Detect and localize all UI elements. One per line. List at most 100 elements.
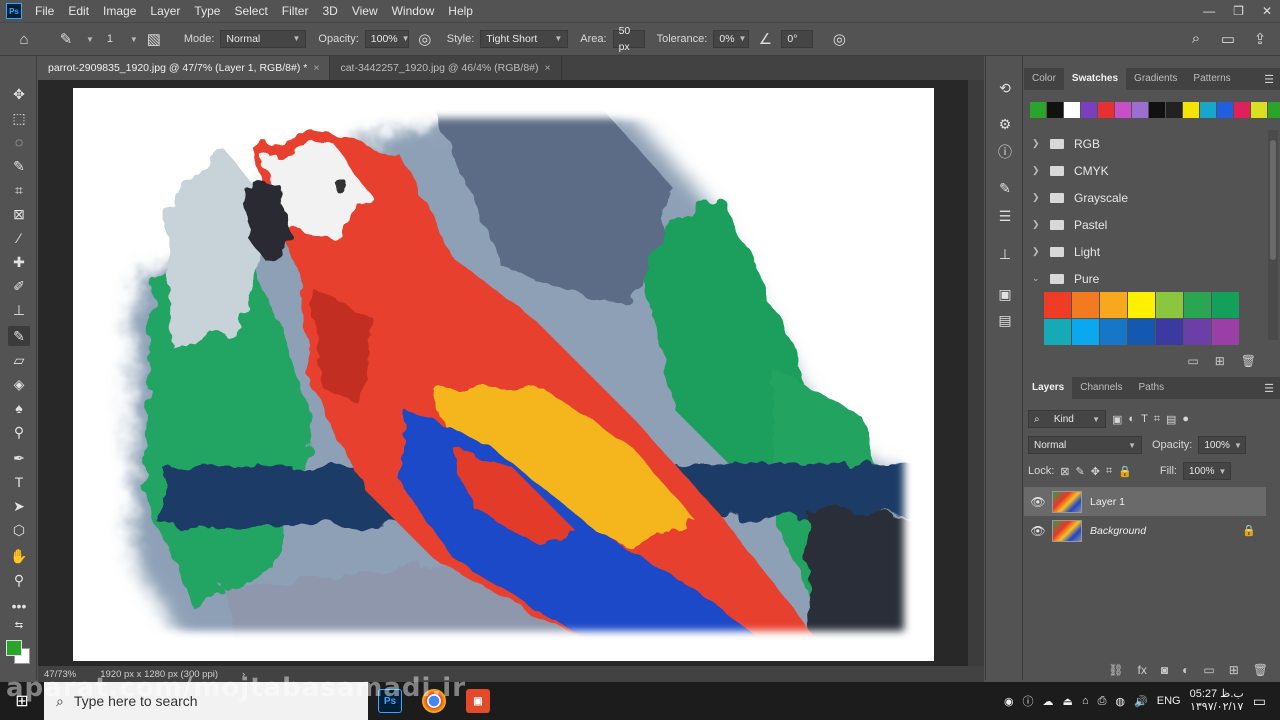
- color-swatch[interactable]: [1064, 102, 1080, 118]
- move-tool-icon[interactable]: ✥: [8, 84, 30, 104]
- clone-source-icon[interactable]: ⊥: [995, 244, 1015, 264]
- vertical-scrollbar[interactable]: [968, 80, 984, 666]
- folder-cmyk[interactable]: ❯ CMYK: [1024, 157, 1264, 184]
- color-swatch[interactable]: [1200, 102, 1216, 118]
- brush-tool-icon[interactable]: ✐: [8, 276, 30, 296]
- folder-pure[interactable]: ⌄ Pure: [1024, 265, 1264, 292]
- home-icon[interactable]: ⌂: [14, 31, 34, 48]
- new-swatch-icon[interactable]: ⊞: [1215, 354, 1225, 368]
- tab-channels[interactable]: Channels: [1072, 377, 1130, 399]
- menu-view[interactable]: View: [345, 0, 385, 22]
- taskbar-chrome[interactable]: [412, 682, 456, 720]
- menu-image[interactable]: Image: [96, 0, 143, 22]
- eyedropper-tool-icon[interactable]: ⁄: [8, 228, 30, 248]
- add-mask-icon[interactable]: ◙: [1161, 663, 1168, 677]
- adjustments-icon[interactable]: ⚙: [995, 114, 1015, 134]
- color-swatch[interactable]: [1166, 102, 1182, 118]
- taskbar-search-box[interactable]: ⌕ Type here to search: [44, 682, 368, 720]
- frame-tool-icon[interactable]: ⊠: [8, 204, 30, 224]
- libraries-icon[interactable]: ▣: [995, 284, 1015, 304]
- lock-position-icon[interactable]: ✥: [1091, 465, 1100, 478]
- path-selection-tool-icon[interactable]: ➤: [8, 496, 30, 516]
- more-tools-icon[interactable]: •••: [8, 596, 30, 616]
- fill-field[interactable]: 100% ▼: [1182, 462, 1231, 480]
- close-window-button[interactable]: ✕: [1262, 4, 1272, 18]
- hand-tool-icon[interactable]: ✋: [8, 546, 30, 566]
- menu-filter[interactable]: Filter: [275, 0, 316, 22]
- chrome-tray-icon[interactable]: ◉: [1004, 695, 1014, 708]
- visibility-eye-icon[interactable]: 👁: [1024, 524, 1052, 538]
- layer-opacity-field[interactable]: 100% ▼: [1198, 436, 1247, 454]
- tab-layers[interactable]: Layers: [1024, 377, 1073, 399]
- marquee-tool-icon[interactable]: ⬚: [8, 108, 30, 128]
- quick-select-tool-icon[interactable]: ✎: [8, 156, 30, 176]
- swatches-scrollbar[interactable]: [1268, 130, 1278, 340]
- layer-row-layer-1[interactable]: 👁 Layer 1: [1024, 487, 1266, 516]
- status-chevron-icon[interactable]: ›: [242, 669, 245, 680]
- brush-size-value[interactable]: 1: [100, 33, 120, 45]
- info-tray-icon[interactable]: ⓘ: [1023, 693, 1034, 709]
- color-swatch[interactable]: [1047, 102, 1063, 118]
- document-dimensions[interactable]: 1920 px x 1280 px (300 ppi): [100, 669, 218, 680]
- history-icon[interactable]: ⟲: [995, 78, 1015, 98]
- swap-colors-icon[interactable]: ⇆: [8, 616, 30, 636]
- color-swatch[interactable]: [1098, 102, 1114, 118]
- paint-bucket-tool-icon[interactable]: ◈: [8, 374, 30, 394]
- clone-stamp-tool-icon[interactable]: ⊥: [8, 300, 30, 320]
- tab-cat[interactable]: cat-3442257_1920.jpg @ 46/4% (RGB/8#) ×: [330, 56, 562, 80]
- parrot-painting-artwork[interactable]: [73, 88, 934, 661]
- color-swatch[interactable]: [1100, 292, 1127, 318]
- color-swatch[interactable]: [1251, 102, 1267, 118]
- angle-field[interactable]: 0°: [781, 30, 814, 48]
- menu-help[interactable]: Help: [441, 0, 480, 22]
- pressure-opacity-icon[interactable]: ◎: [415, 30, 435, 48]
- globe-tray-icon[interactable]: ◍: [1115, 695, 1125, 708]
- type-tool-icon[interactable]: T: [8, 472, 30, 492]
- mode-select[interactable]: Normal ▼: [220, 30, 307, 48]
- filter-type-icon[interactable]: T: [1141, 413, 1148, 425]
- layer-row-background[interactable]: 👁 Background 🔒: [1024, 516, 1266, 545]
- filter-smart-object-icon[interactable]: ▤: [1166, 413, 1176, 426]
- layer-filter-select[interactable]: ⌕ Kind ▼: [1028, 410, 1106, 428]
- color-swatch[interactable]: [1212, 319, 1239, 345]
- color-swatch[interactable]: [1156, 319, 1183, 345]
- color-swatch[interactable]: [1044, 292, 1071, 318]
- new-adjustment-icon[interactable]: ◐: [1182, 663, 1189, 677]
- filter-pixel-icon[interactable]: ▣: [1112, 413, 1122, 426]
- color-swatch[interactable]: [1184, 319, 1211, 345]
- restore-button[interactable]: ❐: [1233, 4, 1244, 18]
- network-tray-icon[interactable]: ⌂: [1082, 695, 1089, 707]
- color-swatch[interactable]: [1115, 102, 1131, 118]
- workspace-icon[interactable]: ▭: [1218, 30, 1238, 48]
- color-swatch[interactable]: [1072, 319, 1099, 345]
- lasso-tool-icon[interactable]: ◌: [8, 132, 30, 152]
- art-history-brush-tool-icon[interactable]: ✎: [8, 326, 30, 346]
- zoom-level[interactable]: 47/73%: [44, 669, 76, 680]
- art-history-brush-icon[interactable]: ✎: [56, 30, 76, 48]
- tool-preset-caret-icon[interactable]: ▼: [86, 35, 94, 44]
- filter-toggle-icon[interactable]: ●: [1182, 413, 1189, 425]
- scroll-thumb[interactable]: [1270, 140, 1276, 260]
- menu-window[interactable]: Window: [385, 0, 442, 22]
- dodge-tool-icon[interactable]: ⚲: [8, 422, 30, 442]
- color-swatch[interactable]: [1183, 102, 1199, 118]
- delete-layer-icon[interactable]: 🗑: [1253, 663, 1268, 677]
- language-indicator[interactable]: ENG: [1157, 695, 1181, 707]
- brush-picker-caret-icon[interactable]: ▼: [130, 35, 138, 44]
- tab-parrot[interactable]: parrot-2909835_1920.jpg @ 47/7% (Layer 1…: [38, 56, 331, 80]
- color-swatch[interactable]: [1212, 292, 1239, 318]
- canvas-area[interactable]: [38, 80, 968, 666]
- eraser-tool-icon[interactable]: ▱: [8, 350, 30, 370]
- layer-name[interactable]: Background: [1090, 525, 1146, 537]
- share-icon[interactable]: ⇪: [1250, 30, 1270, 48]
- close-tab-icon[interactable]: ×: [313, 62, 319, 74]
- style-select[interactable]: Tight Short ▼: [480, 30, 569, 48]
- color-swatch[interactable]: [1030, 102, 1046, 118]
- properties-icon[interactable]: ▤: [995, 310, 1015, 330]
- color-swatch[interactable]: [1132, 102, 1148, 118]
- new-group-icon[interactable]: ▭: [1187, 354, 1198, 368]
- pressure-size-icon[interactable]: ◎: [829, 30, 849, 48]
- shape-tool-icon[interactable]: ⬡: [8, 520, 30, 540]
- color-swatch[interactable]: [1081, 102, 1097, 118]
- folder-grayscale[interactable]: ❯ Grayscale: [1024, 184, 1264, 211]
